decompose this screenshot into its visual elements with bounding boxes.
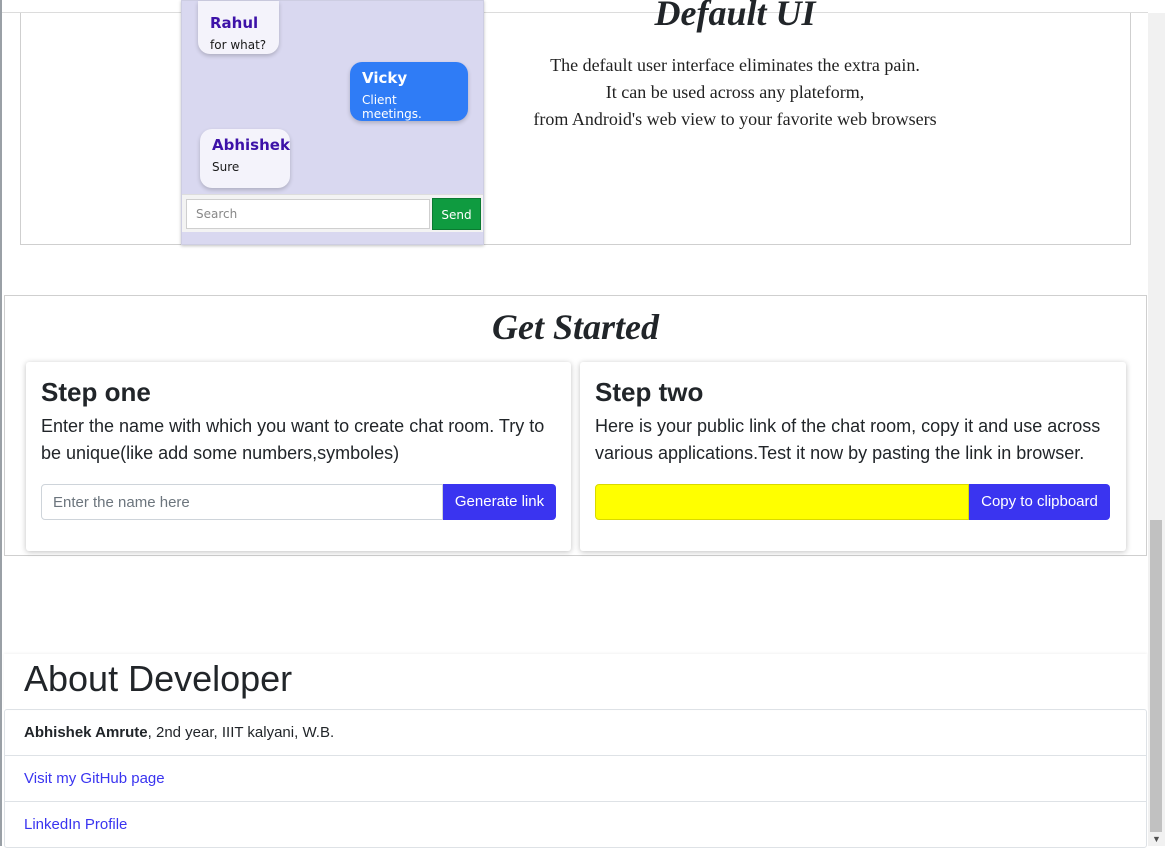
description-line: from Android's web view to your favorite… <box>533 109 937 129</box>
about-developer-title: About Developer <box>24 658 293 699</box>
step-two-card: Step two Here is your public link of the… <box>580 362 1126 551</box>
github-link[interactable]: Visit my GitHub page <box>24 770 165 787</box>
scrollbar-thumb[interactable] <box>1150 520 1162 832</box>
list-item: LinkedIn Profile <box>5 802 1146 847</box>
developer-name: Abhishek Amrute <box>24 724 148 741</box>
linkedin-link[interactable]: LinkedIn Profile <box>24 816 127 833</box>
generate-link-button[interactable]: Generate link <box>443 484 556 520</box>
description-line: The default user interface eliminates th… <box>550 55 920 75</box>
step-two-text: Here is your public link of the chat roo… <box>595 416 1101 463</box>
step-one-heading: Step one <box>41 377 151 407</box>
chat-input-bar: Search Send <box>182 194 483 232</box>
chat-sender: Abhishek <box>212 136 290 154</box>
step-one-card: Step one Enter the name with which you w… <box>26 362 571 551</box>
developer-details: , 2nd year, IIIT kalyani, W.B. <box>147 724 335 741</box>
chat-search-input: Search <box>186 199 430 229</box>
about-developer-header: About Developer <box>4 654 1147 710</box>
public-link-field[interactable] <box>595 484 969 520</box>
description-line: It can be used across any plateform, <box>605 82 865 102</box>
room-name-input[interactable]: Enter the name here <box>41 484 443 520</box>
chat-bubble-vicky: Vicky Client meetings. <box>350 62 468 121</box>
chat-send-button: Send <box>432 198 481 230</box>
chat-message: Sure <box>212 160 240 174</box>
default-ui-description: The default user interface eliminates th… <box>520 52 950 133</box>
chat-message: Client meetings. <box>362 93 422 121</box>
scroll-down-icon[interactable]: ▼ <box>1148 833 1165 846</box>
chat-sender: Vicky <box>362 69 408 87</box>
chat-bubble-abhishek: Abhishek Sure <box>200 129 290 188</box>
step-one-text: Enter the name with which you want to cr… <box>41 416 545 463</box>
list-item: Visit my GitHub page <box>5 756 1146 802</box>
chat-bubble-rahul: Rahul for what? <box>198 1 279 54</box>
chat-preview-mockup: Rahul for what? Vicky Client meetings. A… <box>181 0 484 245</box>
chat-message: for what? <box>210 38 267 52</box>
chat-sender: Rahul <box>210 14 259 32</box>
get-started-section: Get Started Step one Enter the name with… <box>4 295 1147 556</box>
about-developer-list: Abhishek Amrute, 2nd year, IIIT kalyani,… <box>4 709 1147 848</box>
default-ui-title: Default UI <box>654 0 816 33</box>
list-item: Abhishek Amrute, 2nd year, IIIT kalyani,… <box>5 710 1146 756</box>
left-border <box>0 0 2 846</box>
copy-to-clipboard-button[interactable]: Copy to clipboard <box>969 484 1110 520</box>
get-started-title: Get Started <box>492 307 659 347</box>
step-two-heading: Step two <box>595 377 704 407</box>
